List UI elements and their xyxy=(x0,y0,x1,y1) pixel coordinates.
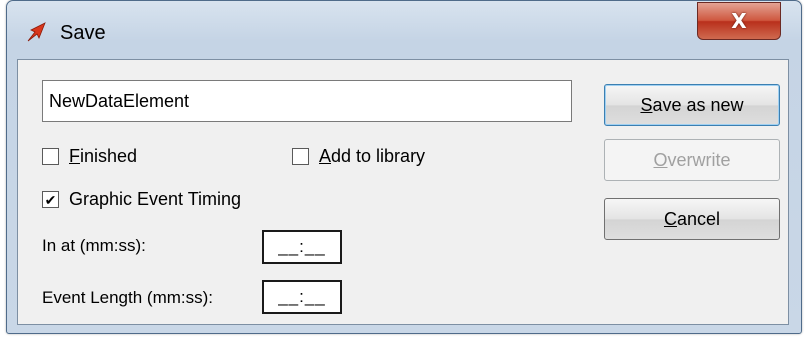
graphic-event-timing-checkbox-box[interactable]: ✔ xyxy=(42,191,59,208)
cancel-button[interactable]: Cancel xyxy=(604,198,780,240)
window-title: Save xyxy=(60,22,106,44)
title-bar[interactable]: Save X xyxy=(7,1,801,59)
finished-label: Finished xyxy=(69,146,138,166)
save-as-new-button[interactable]: Save as new xyxy=(604,84,780,126)
save-dialog: Save X Finished Add to library ✔ Graphic… xyxy=(6,0,802,334)
finished-checkbox-box[interactable] xyxy=(42,148,59,165)
close-button[interactable]: X xyxy=(697,2,781,40)
red-arrow-icon xyxy=(27,22,46,42)
in-at-label: In at (mm:ss): xyxy=(42,236,146,255)
in-at-time-input[interactable]: __:__ xyxy=(262,230,342,264)
graphic-event-timing-checkbox[interactable]: ✔ Graphic Event Timing xyxy=(42,189,241,210)
add-to-library-checkbox-box[interactable] xyxy=(292,148,309,165)
finished-checkbox[interactable]: Finished xyxy=(42,146,137,167)
add-to-library-label: Add to library xyxy=(319,146,426,166)
close-icon: X xyxy=(731,9,747,33)
event-length-label: Event Length (mm:ss): xyxy=(42,288,214,307)
name-input[interactable] xyxy=(42,80,572,122)
event-length-time-input[interactable]: __:__ xyxy=(262,280,342,314)
add-to-library-checkbox[interactable]: Add to library xyxy=(292,146,425,167)
graphic-event-timing-label: Graphic Event Timing xyxy=(69,189,242,209)
overwrite-button[interactable]: Overwrite xyxy=(604,139,780,181)
dialog-body: Finished Add to library ✔ Graphic Event … xyxy=(17,59,789,325)
